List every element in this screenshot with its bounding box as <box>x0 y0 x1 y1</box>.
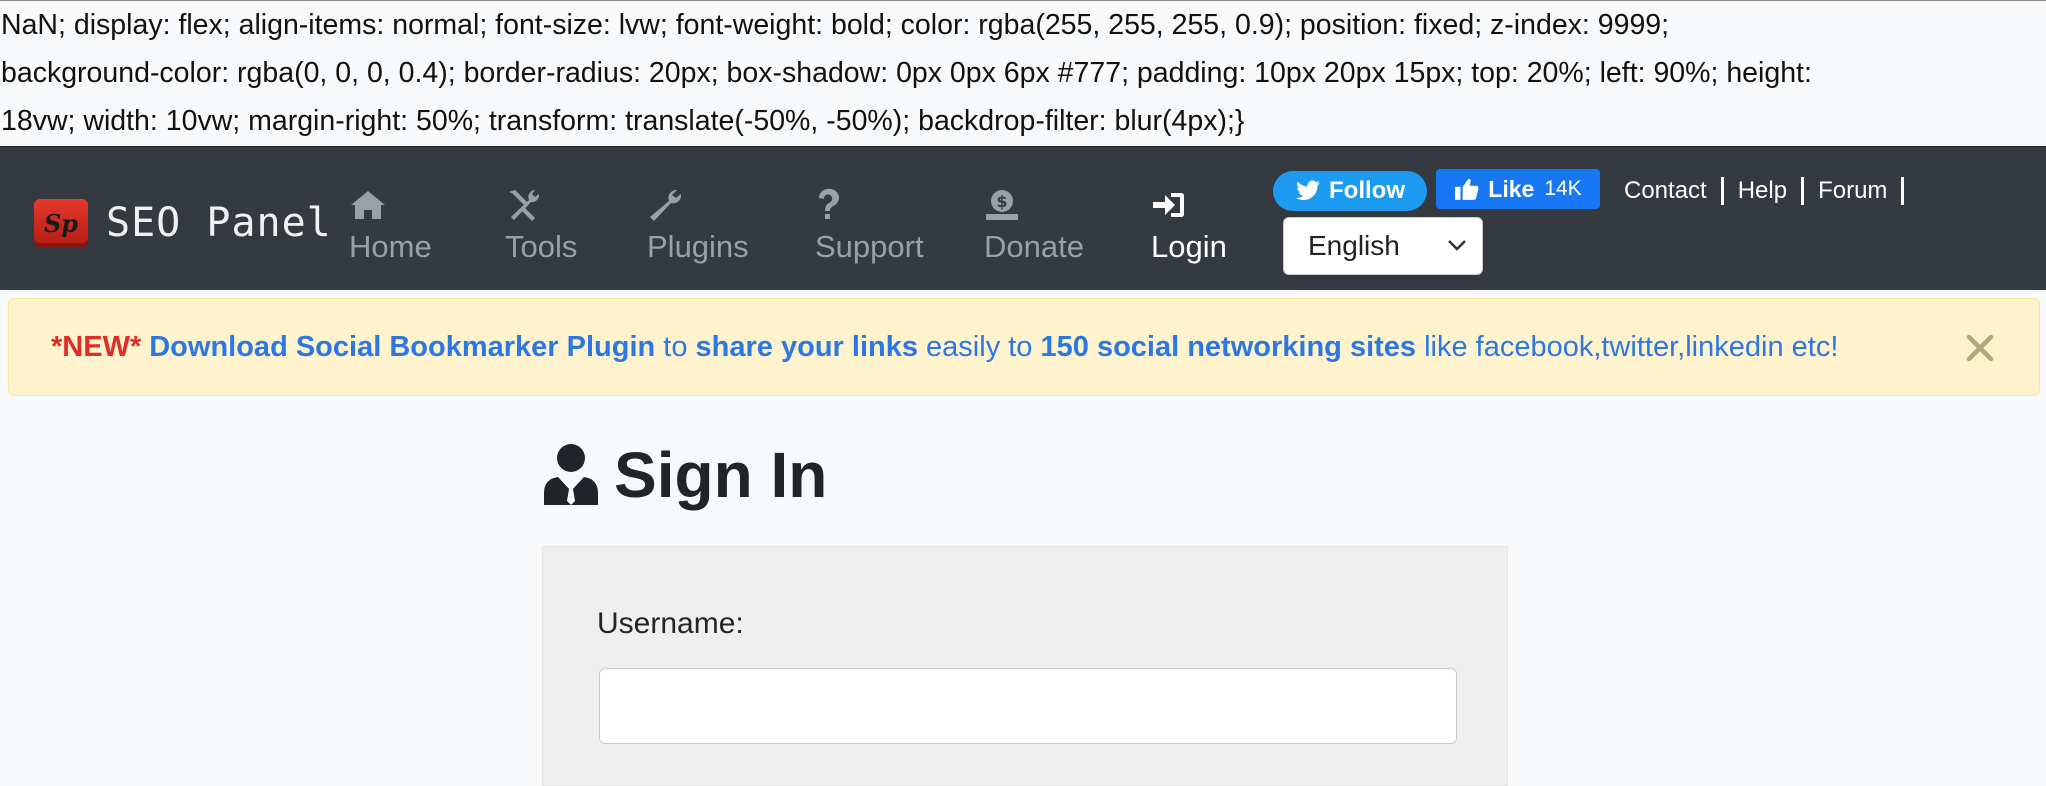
signin-title: Sign In <box>614 439 828 511</box>
chevron-down-icon <box>1448 240 1466 251</box>
twitter-bird-icon <box>1296 180 1320 200</box>
nav-label-plugins: Plugins <box>647 229 749 264</box>
top-navbar: Sp SEO Panel Home Tools Plugins Support … <box>0 146 2046 290</box>
username-label: Username: <box>597 607 744 640</box>
link-separator <box>1901 177 1905 205</box>
alert-share-links[interactable]: share your links <box>696 331 918 364</box>
alert-text-easily: easily to <box>926 330 1033 363</box>
brand-link[interactable]: Sp SEO Panel <box>34 199 332 247</box>
language-selected-value: English <box>1308 230 1400 261</box>
nav-label-tools: Tools <box>505 229 578 264</box>
question-icon <box>815 187 843 223</box>
nav-label-support: Support <box>815 229 924 264</box>
top-links: Contact Help Forum <box>1624 177 1918 205</box>
like-count: 14K <box>1544 177 1582 200</box>
nav-label-donate: Donate <box>984 229 1084 264</box>
signin-heading: Sign In <box>542 440 827 510</box>
close-icon[interactable] <box>1963 331 1997 365</box>
alert-text-to: to <box>663 330 688 363</box>
username-input[interactable] <box>599 668 1457 744</box>
help-link[interactable]: Help <box>1738 177 1787 205</box>
thumbs-up-icon <box>1455 178 1479 200</box>
alert-text-like: like facebook,twitter,linkedin etc! <box>1424 330 1839 363</box>
new-tag: *NEW* <box>51 330 142 363</box>
contact-link[interactable]: Contact <box>1624 177 1707 205</box>
home-icon <box>349 187 387 223</box>
language-select[interactable]: English <box>1283 217 1483 275</box>
nav-item-tools[interactable]: Tools <box>505 187 577 267</box>
leaked-css-line-1: NaN; display: flex; align-items: normal;… <box>1 9 1670 41</box>
nav-label-home: Home <box>349 229 432 264</box>
nav-item-donate[interactable]: $ Donate <box>984 187 1084 267</box>
nav-item-plugins[interactable]: Plugins <box>647 187 749 267</box>
leaked-css-line-3: 18vw; width: 10vw; margin-right: 50%; tr… <box>1 105 1245 137</box>
twitter-follow-button[interactable]: Follow <box>1273 171 1427 211</box>
wrench-icon <box>647 187 683 223</box>
brand-logo-icon: Sp <box>34 199 88 247</box>
leaked-css-text: NaN; display: flex; align-items: normal;… <box>0 0 2046 146</box>
follow-label: Follow <box>1329 177 1405 204</box>
alert-plugin-link[interactable]: Download Social Bookmarker Plugin <box>149 331 655 364</box>
signin-form: Username: <box>542 546 1508 786</box>
brand-name: SEO Panel <box>106 200 332 246</box>
sign-in-icon <box>1151 187 1187 223</box>
forum-link[interactable]: Forum <box>1818 177 1887 205</box>
alert-social-sites[interactable]: 150 social networking sites <box>1041 331 1417 364</box>
svg-text:$: $ <box>996 192 1007 211</box>
leaked-css-line-2: background-color: rgba(0, 0, 0, 0.4); bo… <box>1 57 1812 89</box>
user-tie-icon <box>544 444 598 505</box>
like-label: Like <box>1488 175 1535 202</box>
nav-item-login[interactable]: Login <box>1151 187 1227 267</box>
nav-item-home[interactable]: Home <box>349 187 432 267</box>
facebook-like-button[interactable]: Like 14K <box>1436 169 1600 209</box>
announcement-alert: *NEW* Download Social Bookmarker Plugin … <box>8 298 2040 396</box>
donate-icon: $ <box>984 187 1020 223</box>
link-separator <box>1801 177 1805 205</box>
nav-item-support[interactable]: Support <box>815 187 924 267</box>
tools-icon <box>505 187 541 223</box>
nav-label-login: Login <box>1151 229 1227 264</box>
link-separator <box>1720 177 1724 205</box>
